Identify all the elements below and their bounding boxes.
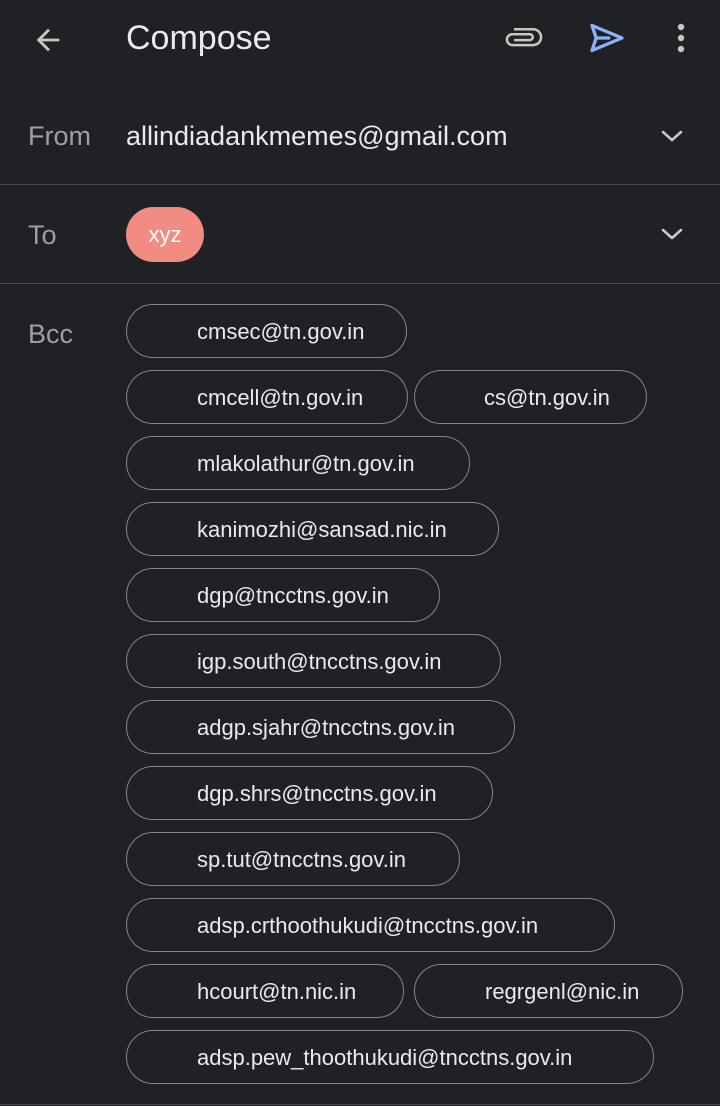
bcc-label: Bcc — [28, 319, 74, 349]
chevron-down-icon — [661, 130, 683, 142]
bcc-recipient-chip[interactable]: cmcell@tn.gov.in — [126, 370, 408, 424]
bcc-recipient-chip[interactable]: cmsec@tn.gov.in — [126, 304, 407, 358]
chip-email: adsp.pew_thoothukudi@tncctns.gov.in — [197, 1045, 573, 1070]
bcc-recipient-chip[interactable]: mlakolathur@tn.gov.in — [126, 436, 470, 490]
bcc-recipient-chip[interactable]: dgp.shrs@tncctns.gov.in — [126, 766, 493, 820]
from-label: From — [28, 121, 91, 151]
chip-email: dgp@tncctns.gov.in — [197, 583, 389, 608]
to-label: To — [28, 220, 57, 250]
divider — [0, 1104, 720, 1105]
chip-email: cmsec@tn.gov.in — [197, 319, 365, 344]
from-address[interactable]: allindiadankmemes@gmail.com — [126, 121, 508, 152]
page-title: Compose — [126, 19, 272, 57]
bcc-recipient-chip[interactable]: adsp.pew_thoothukudi@tncctns.gov.in — [126, 1030, 654, 1084]
divider — [0, 184, 720, 185]
divider — [0, 283, 720, 284]
to-expand-button[interactable] — [652, 219, 692, 249]
chip-email: adsp.crthoothukudi@tncctns.gov.in — [197, 913, 539, 938]
more-options-button[interactable] — [664, 16, 698, 60]
bcc-recipient-chip[interactable]: dgp@tncctns.gov.in — [126, 568, 440, 622]
chevron-down-icon — [661, 228, 683, 240]
chip-email: hcourt@tn.nic.in — [197, 979, 357, 1004]
bcc-recipient-chip[interactable]: adgp.sjahr@tncctns.gov.in — [126, 700, 515, 754]
chip-email: adgp.sjahr@tncctns.gov.in — [197, 715, 455, 740]
chip-email: kanimozhi@sansad.nic.in — [197, 517, 447, 542]
chip-email: cmcell@tn.gov.in — [197, 385, 364, 410]
bcc-recipient-chip[interactable]: adsp.crthoothukudi@tncctns.gov.in — [126, 898, 615, 952]
to-recipient-chip[interactable]: xyz — [126, 207, 204, 262]
arrow-back-icon — [36, 28, 60, 52]
chip-email: sp.tut@tncctns.gov.in — [197, 847, 407, 872]
app-bar: Compose — [0, 0, 720, 78]
attach-button[interactable] — [500, 18, 548, 58]
bcc-recipient-chip[interactable]: cs@tn.gov.in — [414, 370, 647, 424]
chip-email: igp.south@tncctns.gov.in — [197, 649, 442, 674]
bcc-recipient-chip[interactable]: hcourt@tn.nic.in — [126, 964, 404, 1018]
bcc-recipient-chip[interactable]: sp.tut@tncctns.gov.in — [126, 832, 460, 886]
chip-email: dgp.shrs@tncctns.gov.in — [197, 781, 437, 806]
from-expand-button[interactable] — [652, 121, 692, 151]
send-icon — [590, 23, 624, 53]
chip-email: regrgenl@nic.in — [485, 979, 640, 1004]
chip-email: cs@tn.gov.in — [484, 385, 610, 410]
chip-email: mlakolathur@tn.gov.in — [197, 451, 415, 476]
back-button[interactable] — [28, 20, 68, 60]
more-vert-icon — [677, 23, 685, 53]
bcc-recipient-chip[interactable]: igp.south@tncctns.gov.in — [126, 634, 501, 688]
bcc-recipient-chip[interactable]: kanimozhi@sansad.nic.in — [126, 502, 499, 556]
send-button[interactable] — [584, 16, 630, 60]
bcc-recipient-chip[interactable]: regrgenl@nic.in — [414, 964, 683, 1018]
paperclip-icon — [505, 28, 543, 47]
